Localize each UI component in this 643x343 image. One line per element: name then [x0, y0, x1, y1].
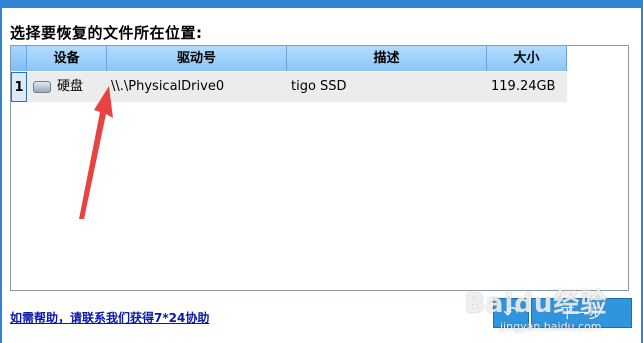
- watermark-logo: Baidu经验: [465, 289, 608, 319]
- device-label: 硬盘: [57, 79, 84, 94]
- watermark-url: jingyan.baidu.com: [500, 320, 602, 333]
- row-index: 1: [11, 72, 27, 102]
- device-cell: 硬盘: [27, 72, 107, 102]
- help-link[interactable]: 如需帮助，请联系我们获得7*24协助: [10, 309, 209, 326]
- window-top-border: [0, 0, 643, 8]
- location-prompt: 选择要恢复的文件所在位置:: [10, 24, 203, 42]
- drive-cell: \\.\PhysicalDrive0: [111, 79, 225, 94]
- hard-disk-icon: [33, 80, 51, 93]
- header-corner: [11, 46, 27, 71]
- column-header-size[interactable]: 大小: [487, 46, 567, 71]
- column-header-drive[interactable]: 驱动号: [107, 46, 287, 71]
- table-row[interactable]: 1 硬盘 \\.\PhysicalDrive0 tigo SSD 119.24G…: [11, 72, 567, 102]
- size-cell: 119.24GB: [491, 79, 556, 94]
- window-left-border: [0, 8, 2, 343]
- description-cell: tigo SSD: [291, 79, 347, 94]
- column-header-description[interactable]: 描述: [287, 46, 487, 71]
- table-header: 设备 驱动号 描述 大小: [11, 46, 567, 71]
- drive-list[interactable]: 设备 驱动号 描述 大小 1 硬盘 \\.\PhysicalDrive0 tig…: [10, 45, 629, 291]
- column-header-device[interactable]: 设备: [27, 46, 107, 71]
